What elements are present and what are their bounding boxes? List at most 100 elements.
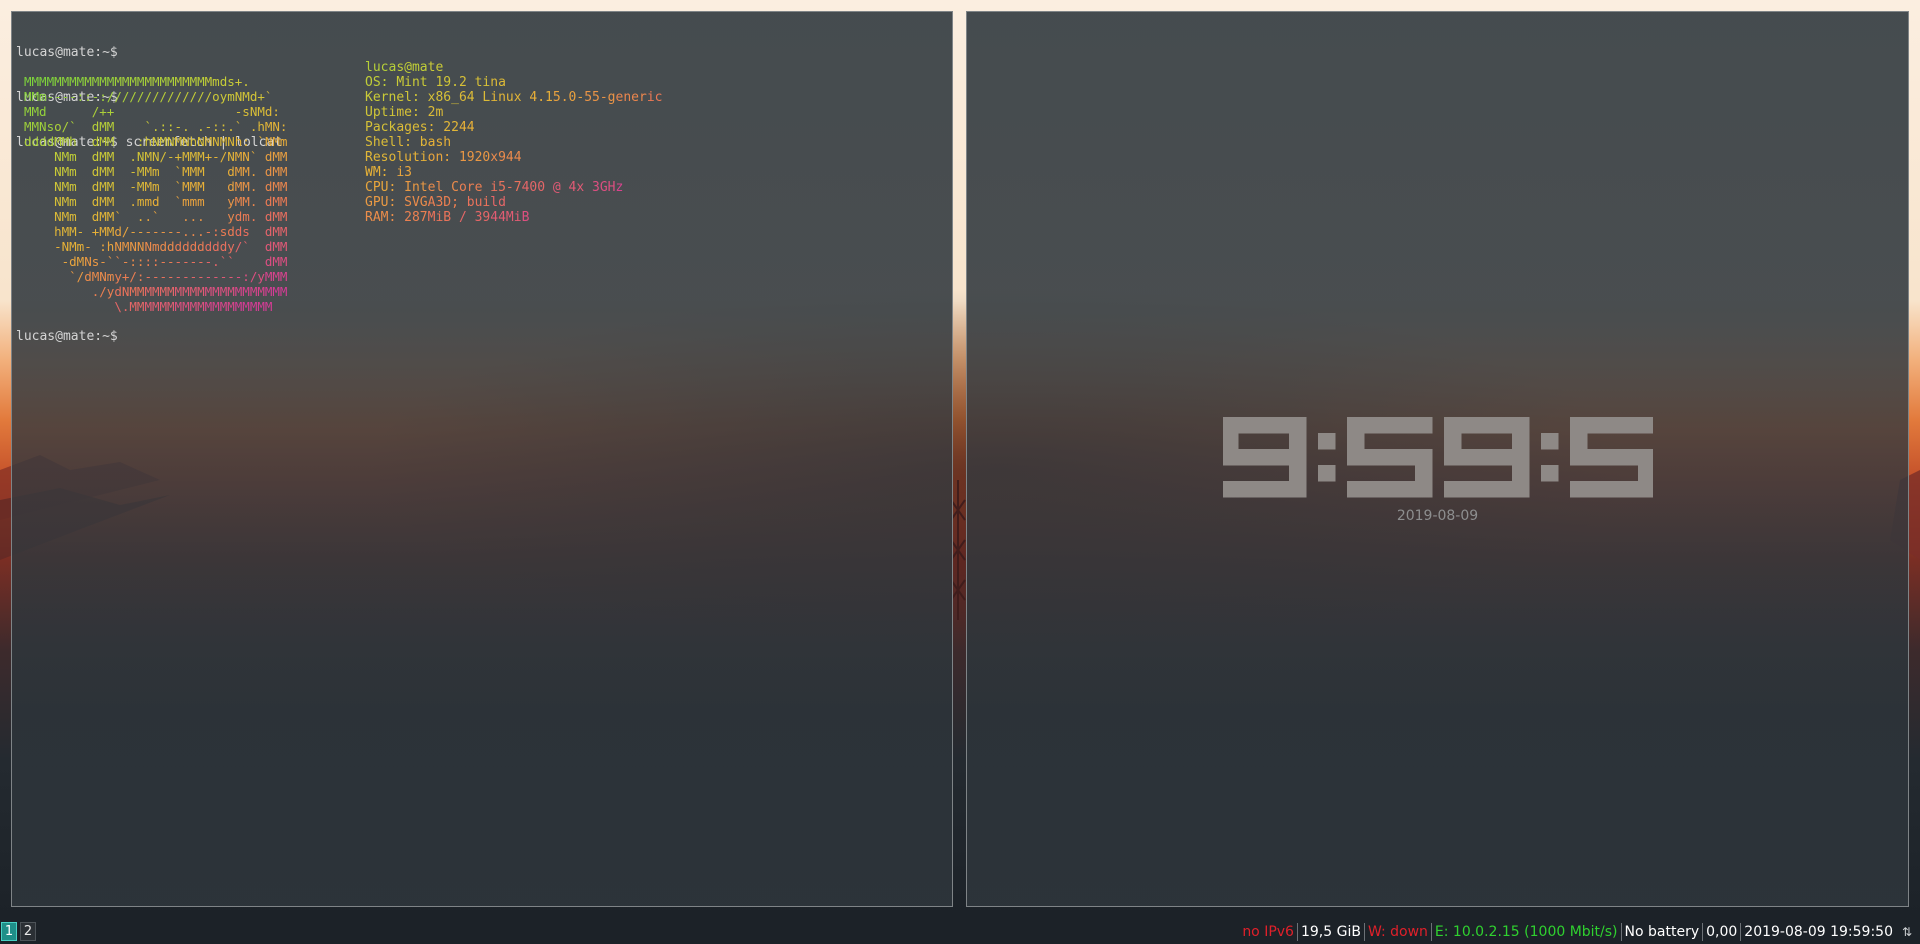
logo-line-segment: MMMM xyxy=(144,299,175,314)
workspace-1-button[interactable]: 1 xyxy=(1,922,17,941)
clock-pixel xyxy=(1237,417,1255,434)
logo-line-segment: +. xyxy=(234,74,250,89)
final-prompt[interactable]: lucas@mate:~$ xyxy=(16,329,118,344)
status-bar: 1 2 no IPv6 19,5 GiB W: down E: 10.0.2.1… xyxy=(0,920,1920,944)
clock-pixel xyxy=(1271,449,1289,466)
logo-line-segment: `-:: xyxy=(114,254,145,269)
logo-line-segment: NMm xyxy=(54,194,85,209)
clock-pixel xyxy=(1317,465,1335,482)
logo-line-segment xyxy=(235,254,265,269)
info-line: CPU: Intel Core i5-7400 @ 4x 3GHz xyxy=(365,180,662,195)
clock-colon xyxy=(1540,433,1558,482)
logo-line-segment: MMMM xyxy=(234,299,265,314)
logo-line: MMm----::-://////////////oymNMd+` xyxy=(24,89,287,104)
terminal-window-right[interactable]: 2019-08-09 xyxy=(966,11,1909,907)
logo-line-segment: MMM xyxy=(264,269,288,284)
clock-pixel xyxy=(1569,481,1587,498)
disk-status: 19,5 GiB xyxy=(1300,924,1361,940)
info-line-segment: luca xyxy=(365,60,397,75)
logo-line-segment: ./y xyxy=(84,284,115,299)
logo-line-segment: : xyxy=(114,134,145,149)
info-line-segment: 55-g xyxy=(584,90,616,105)
logo-line-segment: -::. xyxy=(204,119,235,134)
clock-pixel xyxy=(1586,417,1604,434)
clock-pixel xyxy=(1637,465,1653,482)
logo-line-segment: NMNN xyxy=(114,239,145,254)
logo-line-segment: MMd xyxy=(24,104,55,119)
logo-line-segment: Nmdd xyxy=(144,239,175,254)
info-line-segment: 2 ti xyxy=(458,75,491,90)
desktop-wallpaper: lucas@mate:~$ lucas@mate:~$ lucas@mate:~… xyxy=(0,0,1920,920)
info-line-segment: te xyxy=(427,60,444,75)
clock-digit xyxy=(1569,417,1653,498)
workspace-2-button[interactable]: 2 xyxy=(20,922,36,941)
info-line-segment: CPU: xyxy=(365,180,397,195)
clock-pixel xyxy=(1494,417,1512,434)
terminal-window-left[interactable]: lucas@mate:~$ lucas@mate:~$ lucas@mate:~… xyxy=(11,11,953,907)
logo-line-segment: //// xyxy=(144,89,175,104)
logo-line-segment: MMMM xyxy=(204,284,235,299)
info-line-segment: ic xyxy=(646,90,663,105)
logo-line-segment: ---- xyxy=(144,224,175,239)
logo-line-segment: o/` xyxy=(54,119,85,134)
datetime-status: 2019-08-09 19:59:50 xyxy=(1744,924,1893,940)
logo-line-segment xyxy=(24,254,54,269)
logo-line-segment: d/-- xyxy=(114,224,145,239)
logo-line-segment xyxy=(24,149,54,164)
clock-pixel xyxy=(1363,449,1381,466)
logo-line-segment: MNMN xyxy=(204,134,235,149)
info-line-segment: 64 L xyxy=(458,90,491,105)
info-line: Kernel: x86_64 Linux 4.15.0-55-generic xyxy=(365,90,662,105)
logo-line-segment xyxy=(205,104,235,119)
logo-line-segment: Mmds xyxy=(204,74,235,89)
clock-pixel xyxy=(1620,417,1638,434)
info-line-segment: bui xyxy=(458,195,491,210)
info-line-segment: ld xyxy=(490,195,506,210)
logo-line-segment: .` xyxy=(144,209,175,224)
info-line-segment: SVG xyxy=(396,195,428,210)
info-line-segment: 4.1 xyxy=(521,90,553,105)
clock-pixel xyxy=(1477,481,1495,498)
network-arrows-icon[interactable]: ⇅ xyxy=(1902,924,1916,940)
logo-line-segment: MMM xyxy=(264,284,288,299)
logo-line-segment: ` . xyxy=(114,209,145,224)
info-line-segment: GPU: xyxy=(365,195,397,210)
logo-line-segment: y xyxy=(204,194,235,209)
logo-line-segment: dMM xyxy=(264,164,288,179)
info-line-segment: i5-7 xyxy=(490,180,522,195)
logo-line-segment: -NMm xyxy=(54,239,85,254)
info-line: RAM: 287MiB / 3944MiB xyxy=(365,210,662,225)
clock-digit xyxy=(1346,417,1432,498)
logo-line-segment xyxy=(24,224,54,239)
info-line-segment: 44Mi xyxy=(490,210,522,225)
clock-pixel xyxy=(1363,417,1381,434)
logo-line: NMm dMM` ..` ... ydm. dMM xyxy=(24,209,287,224)
clock-pixel xyxy=(1540,465,1558,482)
prompt-line: lucas@mate:~$ xyxy=(16,45,118,60)
logo-line-segment: MMMM xyxy=(234,284,265,299)
logo-line-segment: MN` xyxy=(234,149,265,164)
clock-pixel xyxy=(1414,417,1432,434)
logo-line-segment: M xyxy=(264,299,273,314)
logo-line-segment: .N xyxy=(114,149,145,164)
logo-line-segment: Mm xyxy=(144,179,175,194)
logo-line-segment: dddy xyxy=(204,239,235,254)
info-line: Resolution: 1920x944 xyxy=(365,150,662,165)
logo-line-segment: -.`` xyxy=(204,254,235,269)
logo-line-segment: ds xyxy=(234,224,265,239)
clock-pixel xyxy=(1346,433,1364,450)
clock-pixel xyxy=(1511,417,1529,434)
info-line-segment: el: xyxy=(396,90,428,105)
logo-line-segment: dMM xyxy=(264,149,288,164)
logo-line-segment: MMMM xyxy=(204,299,235,314)
clock-pixel xyxy=(1380,449,1398,466)
info-line-segment: 287 xyxy=(396,210,428,225)
logo-line-segment: MMh xyxy=(54,134,85,149)
clock-pixel xyxy=(1637,449,1653,466)
info-line-segment: inux xyxy=(490,90,522,105)
clock-pixel xyxy=(1380,417,1398,434)
clock-pixel xyxy=(1222,449,1238,466)
info-line-segment: A3D; xyxy=(427,195,459,210)
logo-line-segment xyxy=(84,299,114,314)
logo-line-segment: MMNs xyxy=(24,119,55,134)
